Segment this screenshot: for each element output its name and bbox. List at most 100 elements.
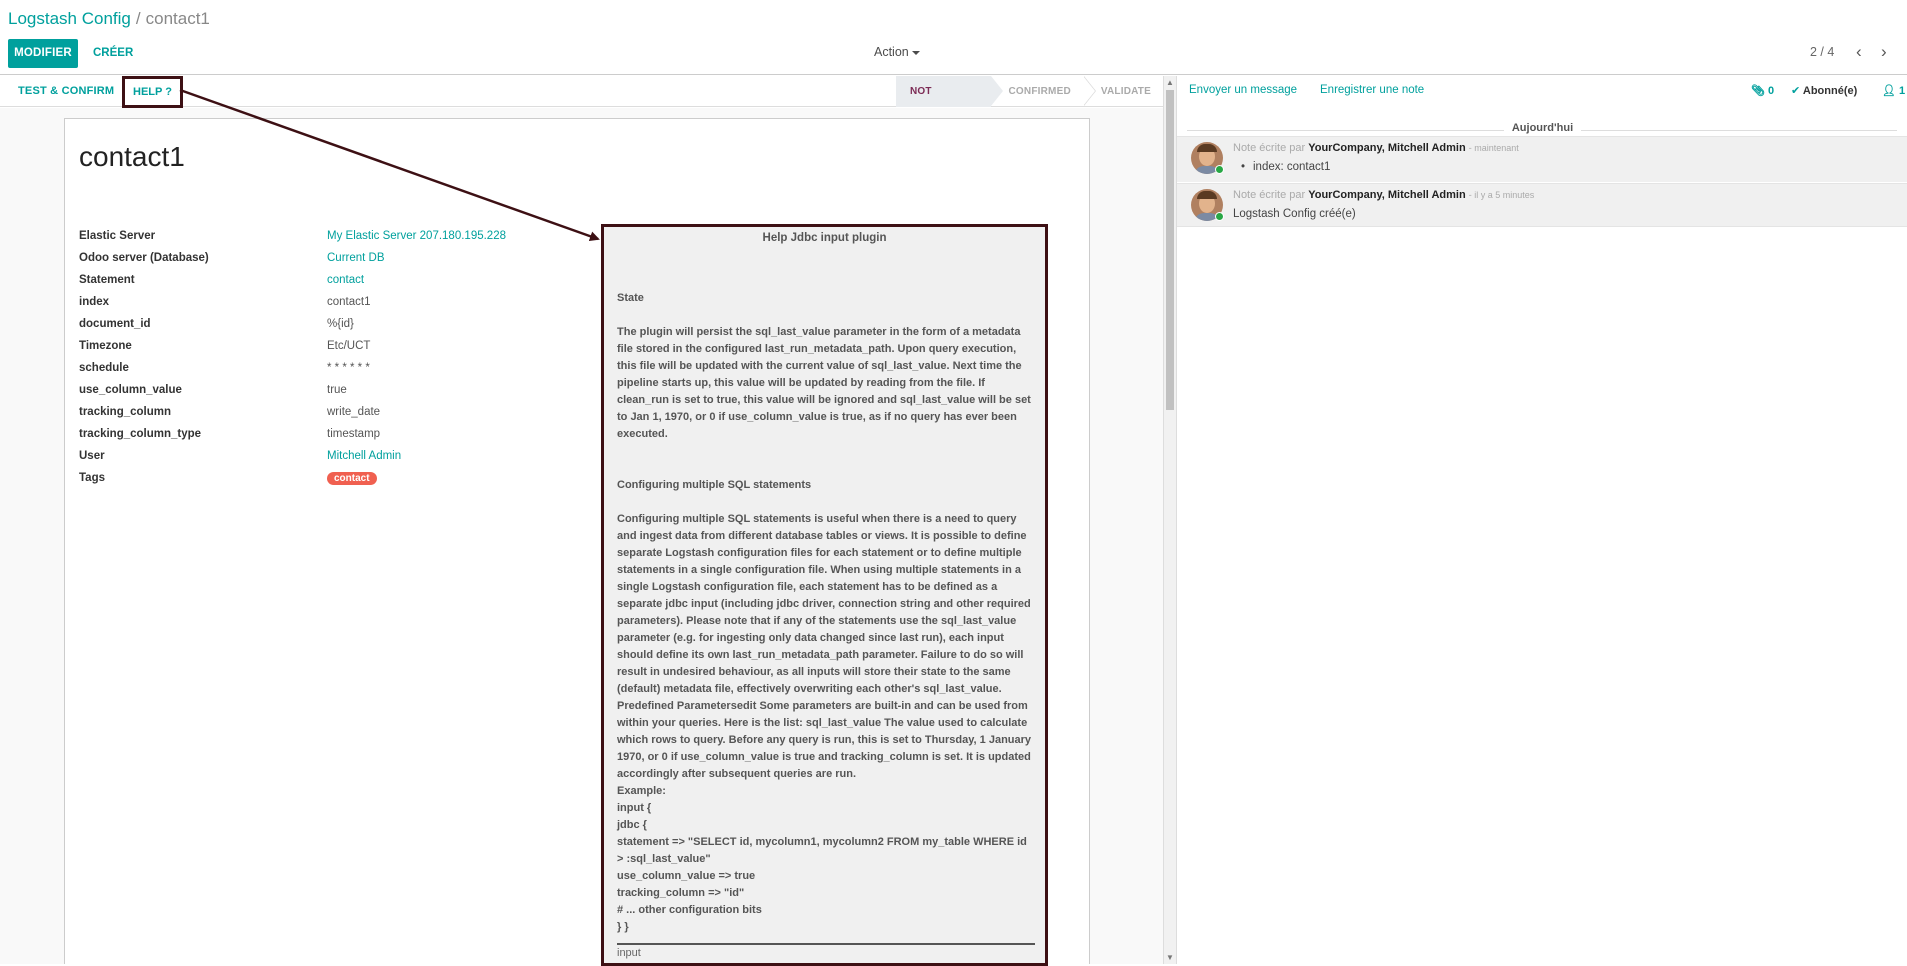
- breadcrumb-parent-link[interactable]: Logstash Config: [8, 9, 131, 28]
- field-user: User Mitchell Admin: [79, 445, 579, 467]
- attachments-button[interactable]: 📎︎ 0: [1751, 84, 1774, 97]
- create-button[interactable]: CRÉER: [88, 39, 138, 68]
- help-code-line: jdbc {: [617, 819, 647, 831]
- field-value: timestamp: [327, 428, 381, 440]
- field-value[interactable]: My Elastic Server 207.180.195.228: [327, 230, 506, 242]
- field-value: contact1: [327, 296, 371, 308]
- check-icon: ✔: [1791, 85, 1801, 97]
- log-note-button[interactable]: Enregistrer une note: [1320, 84, 1424, 96]
- message-kind: Note écrite par: [1233, 142, 1306, 154]
- field-value[interactable]: contact: [327, 274, 364, 286]
- help-code-line: tracking_column => "id": [617, 887, 745, 899]
- field-label: Tags: [79, 472, 105, 484]
- message-body: index: contact1: [1241, 161, 1330, 173]
- breadcrumb-separator: /: [135, 9, 141, 28]
- scroll-up-icon[interactable]: ▲: [1166, 78, 1174, 87]
- followers-button[interactable]: 👤︎ 1: [1882, 84, 1905, 97]
- field-timezone: Timezone Etc/UCT: [79, 335, 579, 357]
- help-code-line: # ... other configuration bits: [617, 904, 762, 916]
- field-value: write_date: [327, 406, 381, 418]
- breadcrumb-current: contact1: [145, 9, 210, 28]
- stage-confirmed[interactable]: CONFIRMED: [991, 76, 1097, 107]
- chevron-left-icon[interactable]: ‹: [1856, 42, 1862, 62]
- message-header: Note écrite par YourCompany, Mitchell Ad…: [1233, 142, 1519, 154]
- field-tags: Tags contact: [79, 467, 579, 489]
- scroll-thumb[interactable]: [1166, 90, 1174, 410]
- message-kind: Note écrite par: [1233, 189, 1306, 201]
- tag-badge[interactable]: contact: [327, 472, 377, 485]
- field-index: index contact1: [79, 291, 579, 313]
- field-list: Elastic Server My Elastic Server 207.180…: [79, 225, 579, 489]
- help-button[interactable]: HELP ?: [122, 76, 183, 108]
- online-status-icon: [1215, 165, 1224, 174]
- field-document-id: document_id %{id}: [79, 313, 579, 335]
- help-code-line: statement => "SELECT id, mycolumn1, myco…: [617, 836, 1027, 865]
- field-odoo-server: Odoo server (Database) Current DB: [79, 247, 579, 269]
- message-author[interactable]: YourCompany, Mitchell Admin: [1308, 142, 1465, 154]
- action-label: Action: [874, 45, 909, 59]
- form-scrollbar[interactable]: ▲ ▼: [1163, 76, 1176, 964]
- action-dropdown[interactable]: Action: [874, 45, 920, 59]
- record-title: contact1: [79, 141, 185, 172]
- pager-value[interactable]: 2 / 4: [1810, 45, 1834, 59]
- chatter-topbar: Envoyer un message Enregistrer une note …: [1177, 76, 1907, 104]
- field-label: tracking_column_type: [79, 428, 202, 440]
- field-tracking-column-type: tracking_column_type timestamp: [79, 423, 579, 445]
- field-value[interactable]: Current DB: [327, 252, 385, 264]
- field-value[interactable]: Mitchell Admin: [327, 450, 401, 462]
- chatter-message: Note écrite par YourCompany, Mitchell Ad…: [1177, 136, 1907, 182]
- date-separator-label: Aujourd'hui: [1503, 122, 1582, 134]
- online-status-icon: [1215, 212, 1224, 221]
- field-label: Elastic Server: [79, 230, 156, 242]
- stage-not-confirmed[interactable]: NOT CONFIRMED: [896, 76, 1002, 128]
- follow-label: Abonné(e): [1802, 85, 1858, 97]
- field-label: use_column_value: [79, 384, 182, 396]
- message-time: - il y a 5 minutes: [1468, 190, 1535, 200]
- field-label: index: [79, 296, 110, 308]
- help-popup: Help Jdbc input plugin State The plugin …: [601, 224, 1048, 966]
- field-label: Timezone: [79, 340, 132, 352]
- help-code-line: } }: [617, 921, 629, 933]
- breadcrumb: Logstash Config / contact1: [8, 9, 210, 29]
- form-header: TEST & CONFIRM HELP ? NOT CONFIRMED CONF…: [0, 76, 1163, 128]
- message-header: Note écrite par YourCompany, Mitchell Ad…: [1233, 189, 1534, 201]
- chevron-right-icon[interactable]: ›: [1881, 42, 1887, 62]
- field-value: * * * * * *: [327, 362, 370, 374]
- message-author[interactable]: YourCompany, Mitchell Admin: [1308, 189, 1465, 201]
- field-label: Statement: [79, 274, 135, 286]
- edit-button[interactable]: MODIFIER: [8, 39, 78, 68]
- date-separator: Aujourd'hui: [1177, 122, 1907, 134]
- field-statement: Statement contact: [79, 269, 579, 291]
- field-value: %{id}: [327, 318, 354, 330]
- send-message-button[interactable]: Envoyer un message: [1189, 84, 1297, 96]
- paperclip-icon: 📎︎: [1751, 85, 1765, 97]
- help-code-line: use_column_value => true: [617, 870, 756, 882]
- help-footer: input: [617, 943, 1035, 959]
- chatter-panel: Envoyer un message Enregistrer une note …: [1176, 76, 1907, 964]
- help-state-text: The plugin will persist the sql_last_val…: [617, 326, 1031, 440]
- field-value: Etc/UCT: [327, 340, 371, 352]
- field-value: true: [327, 384, 347, 396]
- field-label: schedule: [79, 362, 129, 374]
- message-time: - maintenant: [1468, 143, 1519, 153]
- help-title: Help Jdbc input plugin: [762, 232, 887, 244]
- field-label: tracking_column: [79, 406, 172, 418]
- attachments-count: 0: [1768, 85, 1775, 97]
- follow-button[interactable]: ✔ Abonné(e): [1791, 84, 1857, 97]
- field-label: document_id: [79, 318, 151, 330]
- field-use-column-value: use_column_value true: [79, 379, 579, 401]
- field-label: User: [79, 450, 105, 462]
- message-body: Logstash Config créé(e): [1233, 208, 1356, 220]
- user-icon: 👤︎: [1882, 85, 1896, 97]
- field-label: Odoo server (Database): [79, 252, 209, 264]
- help-code-line: input {: [617, 802, 652, 814]
- scroll-down-icon[interactable]: ▼: [1166, 953, 1174, 962]
- test-confirm-button[interactable]: TEST & CONFIRM: [18, 85, 114, 97]
- help-example-label: Example:: [617, 785, 666, 797]
- caret-down-icon: [911, 50, 920, 55]
- control-panel: Logstash Config / contact1 MODIFIER CRÉER …: [0, 0, 1907, 75]
- statusbar: NOT CONFIRMED CONFIRMED VALIDATE: [896, 76, 1163, 128]
- field-elastic-server: Elastic Server My Elastic Server 207.180…: [79, 225, 579, 247]
- field-schedule: schedule * * * * * *: [79, 357, 579, 379]
- help-content: State The plugin will persist the sql_la…: [617, 290, 1035, 936]
